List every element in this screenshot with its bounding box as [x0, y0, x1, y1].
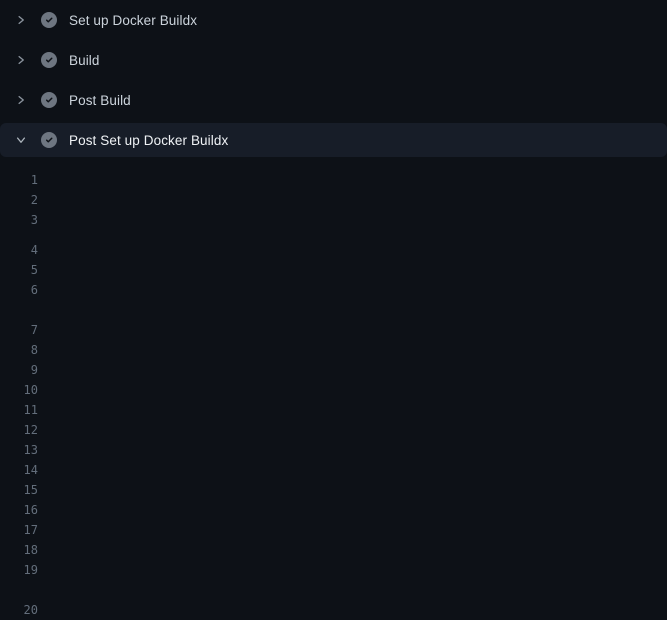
- log-line: 4 time="2021-04-23T18:02:37Z" level=info…: [0, 230, 667, 250]
- log-line: 8 time="2021-04-23T18:02:37Z" level=info…: [0, 330, 667, 350]
- step-label: Post Build: [69, 93, 131, 108]
- line-number[interactable]: 13: [0, 440, 38, 450]
- check-circle-icon: [41, 52, 57, 68]
- step-label: Build: [69, 53, 100, 68]
- log-line: application/vnd.oci.image.index.v1+json,…: [0, 570, 667, 590]
- line-number[interactable]: 4: [0, 240, 38, 250]
- log-line: 9 time="2021-04-23T18:02:37Z" level=warn…: [0, 350, 667, 370]
- line-number[interactable]: [0, 570, 38, 590]
- line-number[interactable]: 1: [0, 170, 38, 190]
- log-line: 12 time="2021-04-23T18:02:38Z" level=deb…: [0, 410, 667, 430]
- line-number[interactable]: 11: [0, 400, 38, 410]
- chevron-down-icon[interactable]: [13, 132, 29, 148]
- log-viewer: 1 Post job cleanup. 2 ▼BuildKit containe…: [0, 160, 667, 610]
- check-circle-icon: [41, 92, 57, 108]
- line-number[interactable]: 19: [0, 560, 38, 570]
- log-line: 13 time="2021-04-23T18:02:38Z" level=deb…: [0, 430, 667, 450]
- steps-list: Set up Docker Buildx Build Post Build Po…: [0, 0, 667, 157]
- line-number[interactable]: 3: [0, 210, 38, 230]
- log-line: 10 time="2021-04-23T18:02:37Z" level=inf…: [0, 370, 667, 390]
- chevron-right-icon[interactable]: [13, 12, 29, 28]
- line-number[interactable]: 10: [0, 380, 38, 390]
- line-number[interactable]: 14: [0, 460, 38, 470]
- chevron-right-icon[interactable]: [13, 92, 29, 108]
- chevron-right-icon[interactable]: [13, 52, 29, 68]
- log-line: 2 ▼BuildKit container logs: [0, 190, 667, 210]
- step-row[interactable]: Set up Docker Buildx: [0, 0, 667, 40]
- line-number[interactable]: 16: [0, 500, 38, 510]
- line-number[interactable]: 6: [0, 280, 38, 290]
- log-line: linux/riscv64 linux/ppc64le linux/s390x …: [0, 290, 667, 310]
- step-label: Set up Docker Buildx: [69, 13, 197, 28]
- line-number[interactable]: 7: [0, 320, 38, 330]
- step-row[interactable]: Post Build: [0, 80, 667, 120]
- line-number[interactable]: 18: [0, 540, 38, 550]
- line-number[interactable]: 2: [0, 190, 38, 210]
- log-line: 15 time="2021-04-23T18:02:38Z" level=deb…: [0, 470, 667, 490]
- log-line: 18 time="2021-04-23T18:02:38Z" level=deb…: [0, 530, 667, 550]
- log-line: 14 time="2021-04-23T18:02:38Z" level=deb…: [0, 450, 667, 470]
- line-number[interactable]: 20: [0, 600, 38, 610]
- log-line: 3 /usr/bin/docker logs buildx_buildkit_b…: [0, 210, 667, 230]
- log-line: 6 time="2021-04-23T18:02:37Z" level=info…: [0, 270, 667, 290]
- step-label: Post Set up Docker Buildx: [69, 133, 228, 148]
- log-line: 5 time="2021-04-23T18:02:37Z" level=warn…: [0, 250, 667, 270]
- log-line: 16 time="2021-04-23T18:02:38Z" level=deb…: [0, 490, 667, 510]
- log-line: 1 Post job cleanup.: [0, 170, 667, 190]
- check-circle-icon: [41, 12, 57, 28]
- log-line: 19 time="2021-04-23T18:02:38Z" level=deb…: [0, 550, 667, 570]
- line-number[interactable]: 5: [0, 260, 38, 270]
- step-row[interactable]: Post Set up Docker Buildx: [0, 123, 667, 157]
- log-line: 20 time="2021-04-23T18:02:38Z" level=deb…: [0, 590, 667, 610]
- line-number[interactable]: 9: [0, 360, 38, 370]
- log-line: 17 time="2021-04-23T18:02:38Z" level=deb…: [0, 510, 667, 530]
- log-line: 7 time="2021-04-23T18:02:37Z" level=warn…: [0, 310, 667, 330]
- line-number[interactable]: 12: [0, 420, 38, 430]
- check-circle-icon: [41, 132, 57, 148]
- line-number[interactable]: 17: [0, 520, 38, 530]
- line-number[interactable]: 8: [0, 340, 38, 350]
- log-line: 11 time="2021-04-23T18:02:38Z" level=deb…: [0, 390, 667, 410]
- line-number[interactable]: [0, 290, 38, 310]
- step-row[interactable]: Build: [0, 40, 667, 80]
- line-number[interactable]: 15: [0, 480, 38, 490]
